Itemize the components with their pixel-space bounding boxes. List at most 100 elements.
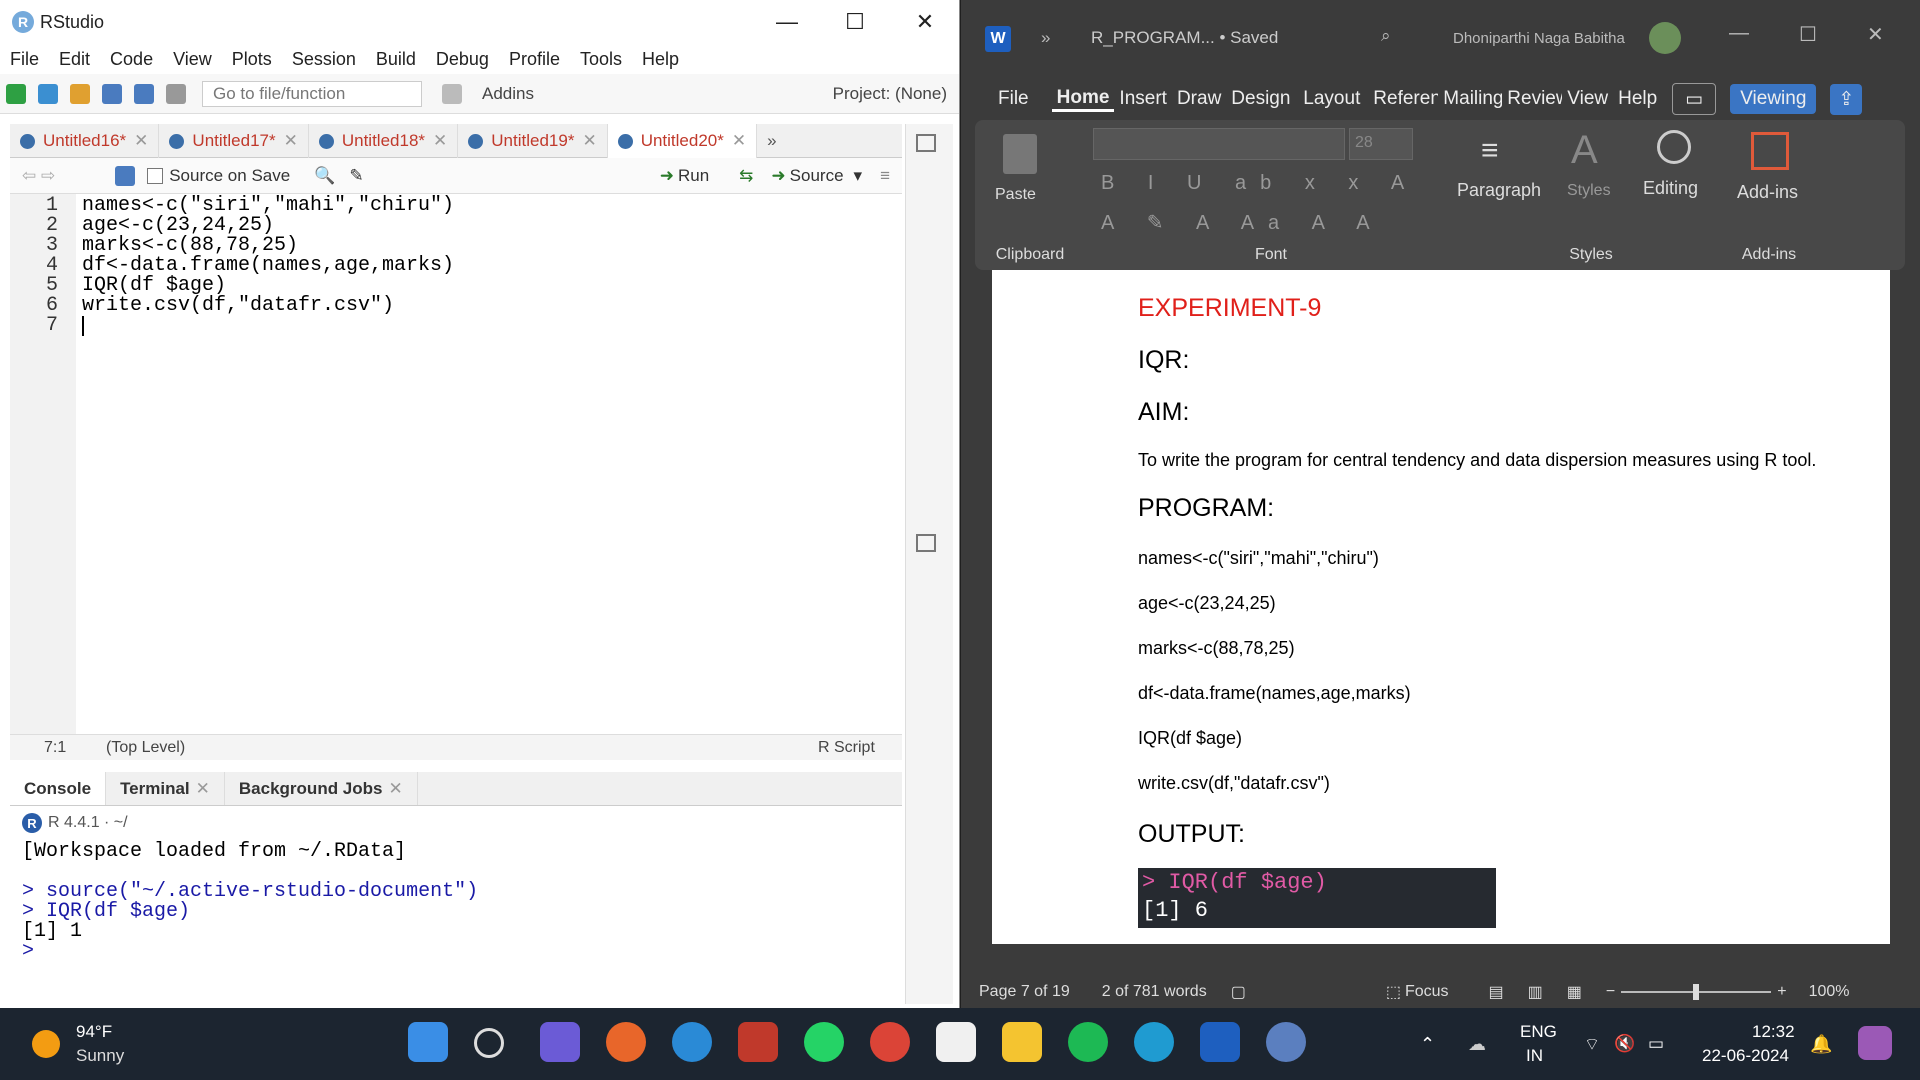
chrome-icon[interactable] — [870, 1022, 910, 1062]
close-tab-icon[interactable]: ✕ — [284, 131, 298, 151]
tab-untitled20[interactable]: Untitled20* ✕ — [607, 124, 758, 158]
font-name-input[interactable] — [1093, 128, 1345, 160]
tab-console[interactable]: Console — [10, 772, 107, 805]
clock-date[interactable]: 22-06-2024 — [1702, 1046, 1789, 1066]
read-mode-icon[interactable]: ▤ — [1489, 982, 1504, 1002]
menu-plots[interactable]: Plots — [222, 49, 282, 70]
word-icon[interactable] — [1200, 1022, 1240, 1062]
grid-layout-icon[interactable] — [442, 83, 462, 104]
share-icon[interactable]: ⇪ — [1830, 83, 1863, 115]
scope-dropdown[interactable]: (Top Level) — [106, 739, 185, 757]
notification-bell-icon[interactable]: 🔔 — [1810, 1034, 1832, 1055]
proofing-icon[interactable]: ▢ — [1231, 982, 1246, 1002]
magnifier-icon[interactable] — [1657, 130, 1691, 164]
tab-design[interactable]: Design — [1226, 88, 1298, 110]
zoom-level[interactable]: 100% — [1809, 983, 1850, 1001]
tab-untitled16[interactable]: Untitled16* ✕ — [10, 124, 160, 158]
source-dropdown-icon[interactable]: ▾ — [854, 166, 863, 186]
language-secondary[interactable]: IN — [1526, 1046, 1543, 1066]
goto-file-input[interactable]: Go to file/function — [202, 80, 422, 107]
language-primary[interactable]: ENG — [1520, 1022, 1557, 1042]
styles-button[interactable]: Styles — [1567, 182, 1611, 200]
sun-icon[interactable] — [32, 1030, 60, 1058]
page-count[interactable]: Page 7 of 19 — [979, 983, 1070, 1001]
user-name[interactable]: Dhoniparthi Naga Babitha — [1453, 30, 1625, 47]
paragraph-icon[interactable]: ≡ — [1481, 134, 1499, 168]
firefox-icon[interactable] — [606, 1022, 646, 1062]
close-tab-icon[interactable]: ✕ — [582, 131, 596, 151]
close-tab-icon[interactable]: ✕ — [732, 131, 746, 151]
menu-build[interactable]: Build — [366, 49, 426, 70]
paste-icon[interactable] — [1003, 134, 1037, 174]
tab-help[interactable]: Help — [1613, 88, 1662, 110]
start-icon[interactable] — [408, 1022, 448, 1062]
paste-button[interactable]: Paste — [995, 186, 1036, 204]
search-icon[interactable]: ⌕ — [1381, 26, 1391, 46]
word-count[interactable]: 2 of 781 words — [1102, 983, 1207, 1001]
weather-temp[interactable]: 94°F — [76, 1022, 112, 1042]
close-icon[interactable]: ✕ — [1867, 22, 1884, 47]
help-icon[interactable] — [672, 1022, 712, 1062]
outline-icon[interactable]: ≡ — [880, 166, 890, 186]
tab-references[interactable]: References — [1368, 88, 1438, 110]
styles-icon[interactable]: A — [1571, 128, 1598, 173]
avatar[interactable] — [1649, 22, 1681, 54]
more-tabs-icon[interactable]: » — [757, 124, 786, 158]
search-icon[interactable] — [474, 1028, 504, 1058]
document-title[interactable]: R_PROGRAM... • Saved — [1091, 28, 1278, 48]
copilot-icon[interactable] — [1858, 1026, 1892, 1060]
chevron-up-icon[interactable]: ⌃ — [1420, 1034, 1435, 1055]
addins-dropdown[interactable]: Addins — [482, 84, 534, 104]
tab-review[interactable]: Review — [1502, 88, 1562, 110]
edge-icon[interactable] — [1134, 1022, 1174, 1062]
close-tab-icon[interactable]: ✕ — [196, 779, 210, 799]
menu-edit[interactable]: Edit — [49, 49, 100, 70]
project-dropdown[interactable]: Project: (None) — [833, 84, 947, 104]
zoom-out-icon[interactable]: − — [1606, 983, 1615, 1001]
source-on-save-checkbox[interactable] — [147, 167, 164, 184]
menu-file[interactable]: File — [0, 49, 49, 70]
format-buttons[interactable]: B I U ab x x A — [1101, 172, 1418, 195]
print-icon[interactable] — [166, 83, 186, 104]
menu-debug[interactable]: Debug — [426, 49, 499, 70]
menu-session[interactable]: Session — [282, 49, 366, 70]
addins-button[interactable]: Add-ins — [1737, 182, 1798, 203]
rstudio-icon[interactable] — [1266, 1022, 1306, 1062]
maximize-pane-icon[interactable] — [916, 134, 936, 152]
store-icon[interactable] — [936, 1022, 976, 1062]
document-page[interactable]: EXPERIMENT-9 IQR: AIM: To write the prog… — [992, 270, 1890, 944]
menu-code[interactable]: Code — [100, 49, 163, 70]
focus-icon[interactable]: ⬚ — [1386, 982, 1401, 1002]
web-layout-icon[interactable]: ▦ — [1567, 982, 1582, 1002]
zoom-thumb[interactable] — [1693, 984, 1700, 1000]
open-file-icon[interactable] — [70, 83, 90, 104]
weather-desc[interactable]: Sunny — [76, 1046, 124, 1066]
font-size-input[interactable]: 28 — [1349, 128, 1413, 160]
save-all-icon[interactable] — [134, 83, 154, 104]
maximize-pane-icon[interactable] — [916, 534, 936, 552]
file-explorer-icon[interactable] — [1002, 1022, 1042, 1062]
source-button[interactable]: Source — [790, 166, 844, 186]
search-icon[interactable]: 🔍 — [314, 166, 335, 186]
focus-button[interactable]: Focus — [1405, 983, 1449, 1001]
maximize-icon[interactable]: ☐ — [1799, 22, 1817, 47]
console-prompt[interactable]: > — [22, 940, 46, 963]
close-tab-icon[interactable]: ✕ — [433, 131, 447, 151]
minimize-icon[interactable]: — — [752, 0, 822, 44]
close-tab-icon[interactable]: ✕ — [134, 131, 148, 151]
tab-home[interactable]: Home — [1051, 87, 1115, 112]
close-icon[interactable]: ✕ — [890, 0, 960, 44]
clock-time[interactable]: 12:32 — [1752, 1022, 1795, 1042]
tab-view[interactable]: View — [1562, 88, 1613, 110]
tab-file[interactable]: File — [993, 88, 1034, 110]
menu-profile[interactable]: Profile — [499, 49, 570, 70]
zoom-in-icon[interactable]: + — [1777, 983, 1786, 1001]
tab-untitled19[interactable]: Untitled19* ✕ — [458, 124, 608, 158]
tab-layout[interactable]: Layout — [1298, 88, 1368, 110]
menu-tools[interactable]: Tools — [570, 49, 632, 70]
more-commands-icon[interactable]: » — [1041, 28, 1050, 48]
mcafee-icon[interactable] — [738, 1022, 778, 1062]
maximize-icon[interactable]: ☐ — [820, 0, 890, 44]
tab-draw[interactable]: Draw — [1172, 88, 1226, 110]
battery-icon[interactable]: ▭ — [1648, 1034, 1664, 1054]
